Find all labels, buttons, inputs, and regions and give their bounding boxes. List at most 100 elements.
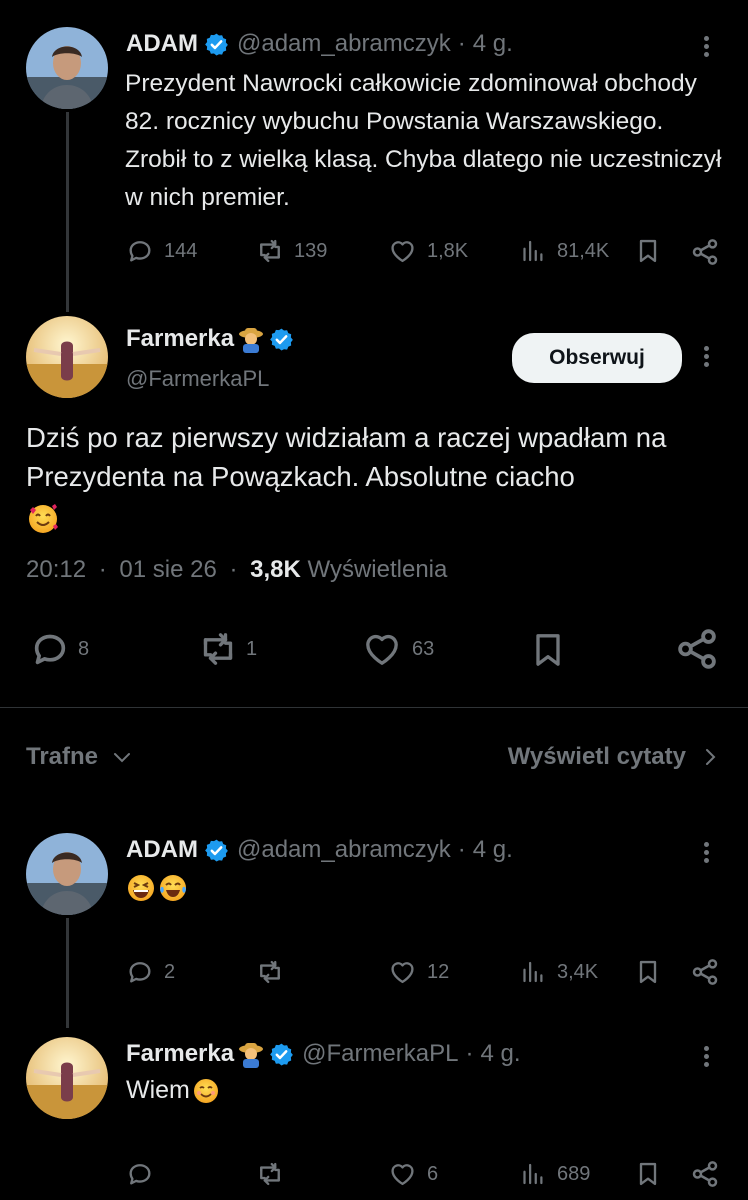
bookmark-button[interactable] <box>634 958 662 986</box>
views-icon <box>520 237 547 265</box>
views-label: Wyświetlenia <box>307 556 448 583</box>
heart-icon <box>388 237 417 265</box>
verified-badge-icon <box>204 32 229 57</box>
view-quotes-link[interactable]: Wyświetl cytaty <box>508 743 722 771</box>
author-handle[interactable]: @FarmerkaPL <box>302 1040 458 1068</box>
follow-button[interactable]: Obserwuj <box>512 333 682 383</box>
reply-icon <box>126 237 154 265</box>
like-count: 12 <box>427 960 450 983</box>
repost-button[interactable]: 1 <box>196 629 257 669</box>
reply-button[interactable]: 2 <box>126 958 175 986</box>
separator-dot: · <box>457 836 466 863</box>
share-icon <box>690 957 720 987</box>
separator-dot: · <box>98 556 107 583</box>
verified-badge-icon <box>204 838 229 863</box>
smiling-face-icon <box>193 1078 218 1103</box>
share-button[interactable] <box>690 237 720 267</box>
smiling-face-with-hearts-icon <box>29 503 58 533</box>
tweet-time[interactable]: 20:12 <box>26 556 86 583</box>
share-button[interactable] <box>674 626 720 672</box>
avatar-photo-adam <box>26 27 108 109</box>
tweet-meta: 20:12 · 01 sie 26 · 3,8K Wyświetlenia <box>26 556 447 584</box>
timestamp[interactable]: 4 g. <box>480 1040 520 1068</box>
tweet-header: Farmerka @FarmerkaPL · 4 g. <box>126 1040 521 1068</box>
repost-button[interactable] <box>256 958 294 986</box>
views-count: 689 <box>557 1162 591 1185</box>
bookmark-button[interactable] <box>528 629 568 671</box>
views-icon <box>520 1160 547 1188</box>
reply-emoji-text <box>126 873 188 903</box>
bookmark-button[interactable] <box>634 237 662 265</box>
bookmark-icon <box>634 958 662 986</box>
avatar[interactable] <box>26 27 108 109</box>
repost-button[interactable] <box>256 1160 284 1188</box>
like-button[interactable]: 12 <box>388 958 449 986</box>
reply-count: 8 <box>78 637 90 660</box>
timestamp[interactable]: 4 g. <box>473 836 513 864</box>
share-button[interactable] <box>690 957 720 987</box>
timestamp[interactable]: 4 g. <box>473 30 513 58</box>
author-name[interactable]: Farmerka <box>126 1040 234 1068</box>
reply-button[interactable]: 8 <box>30 629 89 669</box>
more-dots-icon[interactable] <box>696 839 716 866</box>
reply-button[interactable]: 144 <box>126 237 197 265</box>
bookmark-icon <box>634 1160 662 1188</box>
tweet-text: Dziś po raz pierwszy widziałam a raczej … <box>26 422 667 492</box>
author-name[interactable]: Farmerka <box>126 325 234 353</box>
like-button[interactable]: 6 <box>388 1160 438 1188</box>
views-button[interactable]: 3,4K <box>520 958 598 986</box>
chevron-right-icon <box>706 749 716 765</box>
views-icon <box>520 958 547 986</box>
like-button[interactable]: 1,8K <box>388 237 468 265</box>
verified-badge-icon <box>269 1042 294 1067</box>
author-name[interactable]: ADAM <box>126 836 198 864</box>
reply-count: 144 <box>164 239 198 262</box>
repost-button[interactable]: 139 <box>256 237 327 265</box>
author-handle[interactable]: @FarmerkaPL <box>126 366 269 392</box>
more-dots-icon[interactable] <box>696 33 716 60</box>
author-name[interactable]: ADAM <box>126 30 198 58</box>
share-icon <box>690 1159 720 1189</box>
bookmark-icon <box>634 237 662 265</box>
farmer-emoji-icon <box>237 1040 265 1068</box>
separator-dot: · <box>465 1040 474 1067</box>
tweet-header: ADAM @adam_abramczyk · 4 g. <box>126 30 513 58</box>
bookmark-button[interactable] <box>634 1160 662 1188</box>
share-button[interactable] <box>690 1159 720 1189</box>
heart-icon <box>388 958 417 986</box>
reply-icon <box>30 629 70 669</box>
grinning-squinting-face-icon <box>128 875 154 901</box>
repost-count: 1 <box>246 637 258 660</box>
like-button[interactable]: 63 <box>360 629 434 669</box>
more-dots-icon[interactable] <box>696 343 716 370</box>
separator-dot: · <box>457 30 466 57</box>
view-quotes-label: Wyświetl cytaty <box>507 743 686 770</box>
views-button[interactable]: 689 <box>520 1160 590 1188</box>
author-handle[interactable]: @adam_abramczyk <box>237 836 451 864</box>
sort-label: Trafne <box>26 743 99 770</box>
repost-icon <box>256 958 284 986</box>
avatar[interactable] <box>26 833 108 915</box>
avatar[interactable] <box>26 316 108 398</box>
tweet-text: Prezydent Nawrocki całkowicie zdominował… <box>125 70 722 211</box>
like-count: 6 <box>427 1162 439 1185</box>
author-handle[interactable]: @adam_abramczyk <box>237 30 451 58</box>
avatar-photo-adam <box>26 833 108 915</box>
share-icon <box>674 626 720 672</box>
divider <box>0 707 748 708</box>
views-button[interactable]: 81,4K <box>520 237 609 265</box>
bookmark-icon <box>528 629 568 671</box>
reply-button[interactable] <box>126 1160 154 1188</box>
views-count: 3,8K <box>250 556 301 583</box>
tweet-date[interactable]: 01 sie 26 <box>119 556 216 583</box>
tweet-text: Wiem <box>126 1076 190 1104</box>
more-dots-icon[interactable] <box>696 1043 716 1070</box>
sort-dropdown[interactable]: Trafne <box>26 743 134 771</box>
farmer-emoji-icon <box>237 325 265 353</box>
heart-icon <box>360 629 404 669</box>
views-count: 81,4K <box>557 239 610 262</box>
repost-icon <box>256 237 284 265</box>
tweet-body: Dziś po raz pierwszy widziałam a raczej … <box>26 418 726 536</box>
avatar[interactable] <box>26 1037 108 1119</box>
avatar-photo-farmerka <box>26 1037 108 1119</box>
